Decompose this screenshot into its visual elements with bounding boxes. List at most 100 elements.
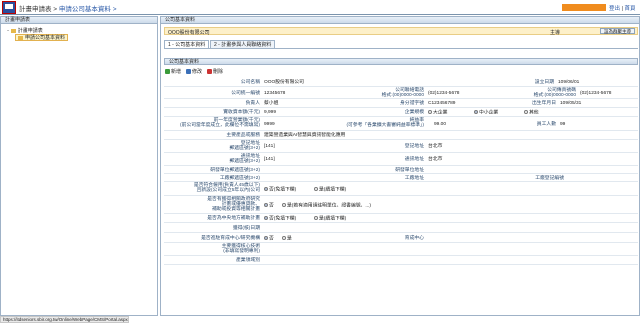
folder-icon [10, 28, 16, 33]
radio-icon [282, 203, 286, 207]
staff-value[interactable]: 99 [560, 122, 565, 127]
status-bar-url: https://itdseniors.sbir.org.tw/Online/We… [0, 316, 129, 323]
row-award: 產業領域別 [164, 256, 638, 265]
nav-panel-title: 計畫申請表 [1, 17, 157, 24]
logout-link[interactable]: 登出 [609, 6, 620, 12]
incubate-option-yes[interactable]: 是 [282, 236, 292, 241]
revenue-label: 前一年度營業額(千元) (前公司當年度成立，此欄位不需填寫) [180, 118, 260, 128]
home-link[interactable]: 首頁 [625, 6, 636, 12]
radio-selected-icon [264, 187, 268, 191]
phone-label: 公司聯絡電話 格式:(00)0000-0000 [381, 88, 424, 98]
row-reg-addr: 登記地址 郵遞區號(3+2) [141] 登記地址 台北市 [164, 140, 638, 153]
reg-addr-label: 登記地址 郵遞區號(3+2) [229, 141, 260, 151]
phone-value[interactable]: (02)1234-5678 [428, 91, 459, 96]
loan-option-no[interactable]: 否 [264, 203, 274, 208]
row-revenue: 前一年度營業額(千元) (前公司當年度成立，此欄位不需填寫) 9999 純益率 … [164, 117, 638, 131]
est-date-label: 設立日期 [534, 80, 554, 85]
owner-label: 主導 [550, 30, 561, 36]
breadcrumb-item-plan[interactable]: 計畫申請表 > [19, 6, 57, 13]
loan-label: 是否有獲得相關政府研究 計畫或優惠貸款、 補助或投資等相關計畫 [207, 197, 260, 212]
plan-option-no[interactable]: 否(免填下欄) [264, 216, 296, 221]
factory-reg-label: 工廠登記編號 [535, 176, 564, 181]
id-value[interactable]: C123456789 [428, 101, 455, 106]
folder-icon [18, 35, 23, 40]
reg-zip-value[interactable]: [141] [264, 144, 275, 149]
nav-panel: 計畫申請表 − 計畫申請表 申請公司基本資料 [0, 16, 158, 316]
row-company: 公司名稱 OOO股份有限公司 設立日期 109/06/01 [164, 77, 638, 87]
company-value[interactable]: OOO股份有限公司 [264, 80, 304, 85]
rnd-addr-label: 研發單位地址 [395, 168, 424, 173]
id-label: 身分證字號 [400, 101, 424, 106]
person-label: 負責人 [245, 101, 260, 106]
size-option-other[interactable]: 其他 [524, 110, 539, 115]
x-icon [207, 69, 212, 75]
est-date-value[interactable]: 109/06/01 [558, 80, 579, 85]
birth-value[interactable]: 109/05/31 [560, 101, 581, 106]
radio-selected-icon [264, 203, 268, 207]
edit-button[interactable]: 修改 [186, 68, 202, 76]
tree-root[interactable]: − 計畫申請表 [7, 27, 43, 34]
tab-divider [164, 48, 638, 49]
products-label: 主要產品或服務 [226, 133, 260, 138]
hire-label: 是否符合僱用(負責人45歲以下) 且新設(公司成立5年以內)公司 [193, 183, 260, 193]
revenue-value[interactable]: 9999 [264, 122, 275, 127]
hire-option-yes[interactable]: 是(續填下欄) [314, 187, 346, 192]
company-name: OOO股份有限公司 [168, 30, 210, 36]
row-loan: 是否有獲得相關政府研究 計畫或優惠貸款、 補助或投資等相關計畫 否 是(若有適用… [164, 196, 638, 214]
row-rnd-addr: 研發單位郵遞區號(3+2) 研發單位地址 [164, 166, 638, 174]
reg-city-value[interactable]: 台北市 [428, 144, 442, 149]
tax-value[interactable]: 12345678 [264, 91, 285, 96]
profit-label: 純益率 (可參考「各業擴大書審純益率標準」) [346, 118, 424, 128]
contact-city-value[interactable]: 台北市 [428, 157, 442, 162]
fax-value[interactable]: (02)1234-5678 [580, 91, 611, 96]
row-products: 主要產品或服務 建築營造業與AI智慧與資訊智能化應用 [164, 131, 638, 140]
contact-zip-value[interactable]: [141] [264, 157, 275, 162]
set-owner-button[interactable]: 設為群聚主導 [600, 28, 635, 34]
site-logo[interactable] [2, 1, 16, 14]
incubate-label: 是否進駐育成中心/研究機構 [201, 236, 260, 241]
staff-label: 員工人數 [536, 122, 556, 127]
top-bar: 計畫申請表 > 申請公司基本資料 > 登出 | 首頁 [0, 0, 640, 15]
radio-icon [282, 236, 286, 240]
contact-addr-label: 通訊地址 郵遞區號(3+2) [229, 154, 260, 164]
tree-item-company[interactable]: 申請公司基本資料 [15, 34, 69, 41]
size-option-large[interactable]: 大企業 [428, 110, 447, 115]
breadcrumb-item-company[interactable]: 申請公司基本資料 > [59, 6, 117, 13]
radio-icon [314, 216, 318, 220]
capital-value[interactable]: 9,999 [264, 110, 276, 115]
content-panel-title: 公司基本資料 [161, 17, 639, 24]
add-button[interactable]: 新增 [165, 68, 181, 76]
invest-date-label: 獲得(核)日期 [232, 226, 260, 231]
breadcrumb: 計畫申請表 > 申請公司基本資料 > [19, 3, 117, 13]
incubate-center-label: 育成中心 [404, 236, 424, 241]
products-value[interactable]: 建築營造業與AI智慧與資訊智能化應用 [264, 133, 345, 138]
row-pending: 主要獲得核心技術 (非填寫發明專利) [164, 243, 638, 256]
row-tax: 公司統一編號 12345678 公司聯絡電話 格式:(00)0000-0000 … [164, 87, 638, 99]
plan-option-yes[interactable]: 是(續填下欄) [314, 216, 346, 221]
award-label: 產業領域別 [236, 258, 260, 263]
person-value[interactable]: 蔡小姐 [264, 101, 278, 106]
hire-option-no[interactable]: 否(免填下欄) [264, 187, 296, 192]
plan-label: 是否為中央地方補助計畫 [207, 216, 260, 221]
row-incubate: 是否進駐育成中心/研究機構 否 是 育成中心 [164, 233, 638, 243]
radio-selected-icon [474, 110, 478, 114]
row-capital: 實收資本額(千元) 9,999 企業規模 大企業 中小企業 其他 [164, 108, 638, 117]
delete-button[interactable]: 刪除 [207, 68, 223, 76]
incubate-option-no[interactable]: 否 [264, 236, 274, 241]
radio-icon [524, 110, 528, 114]
row-invest-date: 獲得(核)日期 [164, 223, 638, 233]
radio-icon [314, 187, 318, 191]
pending-label: 主要獲得核心技術 (非填寫發明專利) [221, 244, 260, 254]
reg-city-label: 登記地址 [404, 144, 424, 149]
company-selector-row[interactable]: OOO股份有限公司 主導 設為群聚主導 [164, 27, 638, 36]
fax-label: 公司傳真號碼 格式:(00)0000-0000 [533, 88, 576, 98]
row-plan: 是否為中央地方補助計畫 否(免填下欄) 是(續填下欄) [164, 214, 638, 223]
size-option-sme[interactable]: 中小企業 [474, 110, 498, 115]
profit-value[interactable]: 99.00 [434, 122, 446, 127]
tax-label: 公司統一編號 [231, 91, 260, 96]
company-label: 公司名稱 [240, 80, 260, 85]
row-hire: 是否符合僱用(負責人45歲以下) 且新設(公司成立5年以內)公司 否(免填下欄)… [164, 182, 638, 196]
content-panel: 公司基本資料 OOO股份有限公司 主導 設為群聚主導 1 - 公司基本資料 2 … [160, 16, 640, 316]
loan-option-yes[interactable]: 是(若有適用請註明單位、證書編號、...) [282, 203, 371, 208]
row-contact-addr: 通訊地址 郵遞區號(3+2) [141] 通訊地址 台北市 [164, 153, 638, 166]
